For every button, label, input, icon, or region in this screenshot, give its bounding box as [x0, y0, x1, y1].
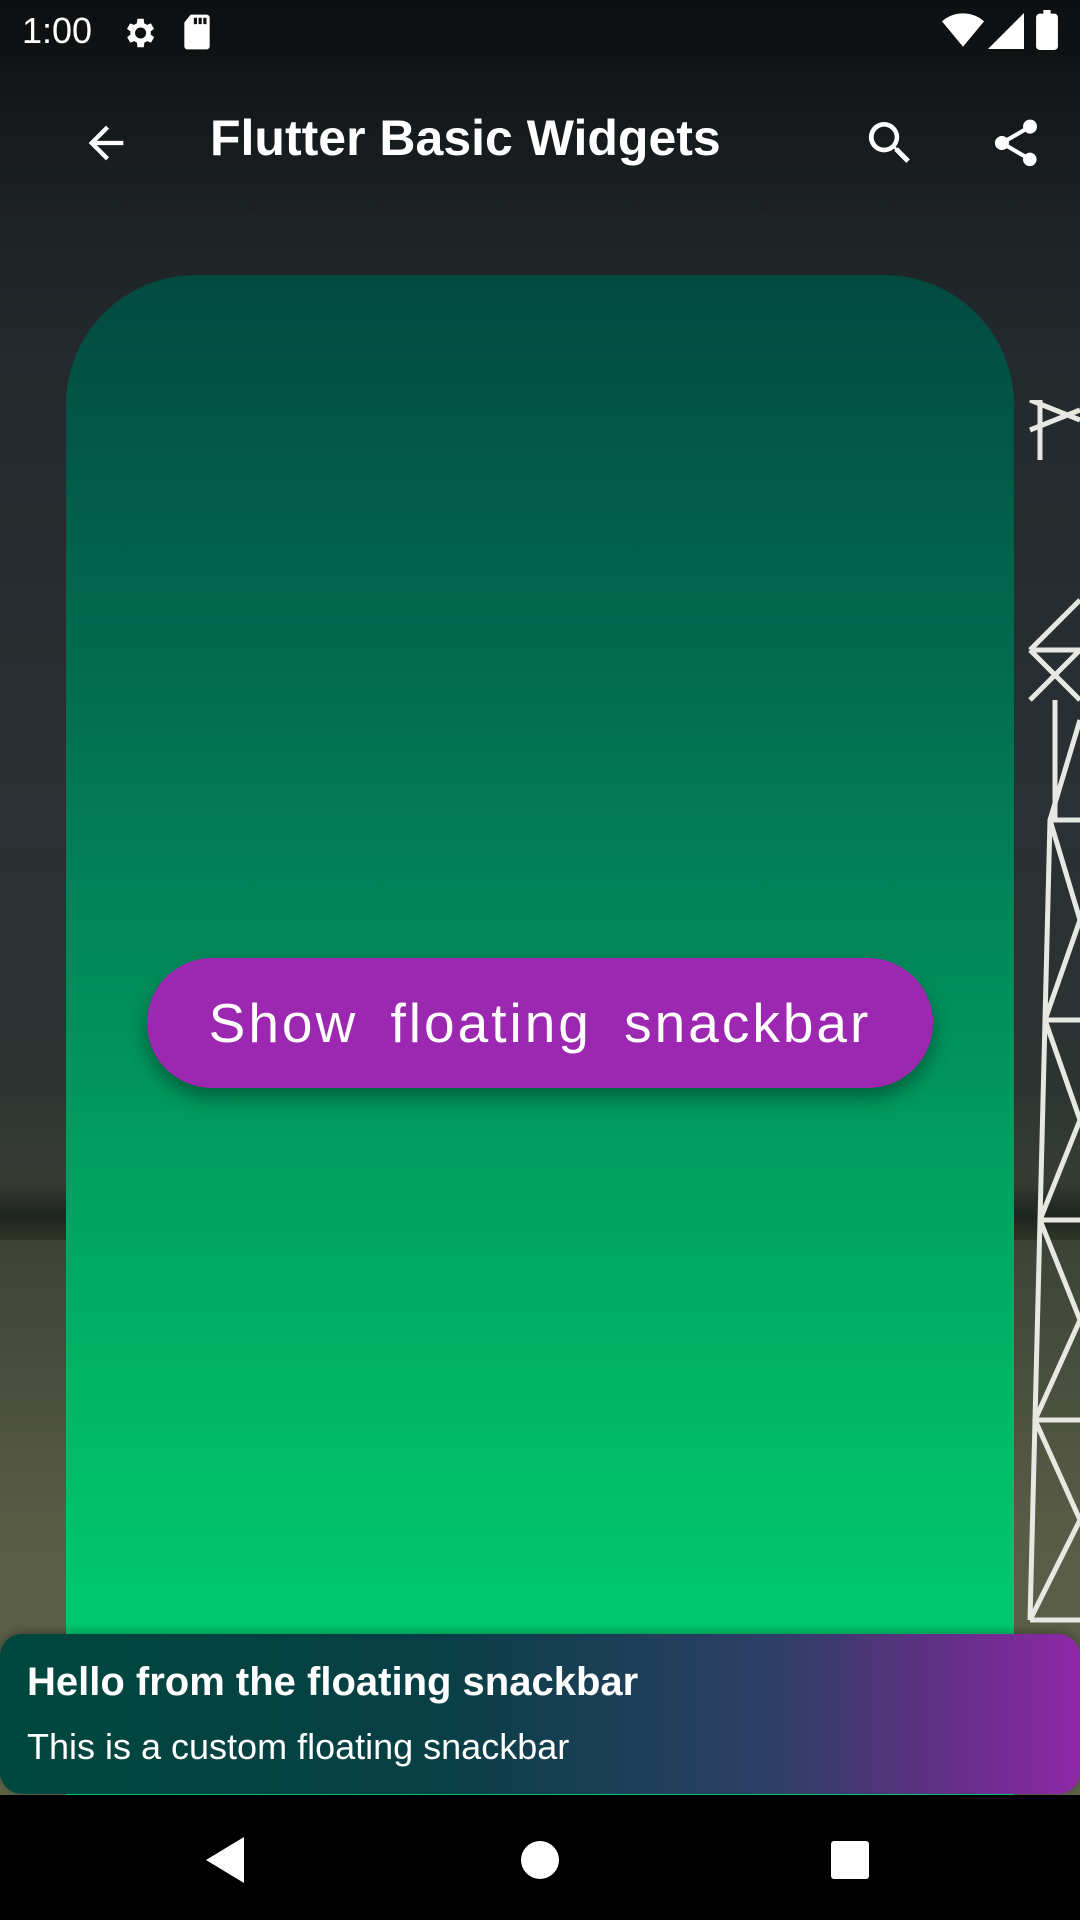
app-title: Flutter Basic Widgets [210, 110, 721, 166]
settings-icon [126, 18, 155, 48]
back-button[interactable] [66, 103, 146, 183]
snackbar-title: Hello from the floating snackbar [27, 1660, 639, 1704]
screen: 1:00 Flutter Basic Widgets Show floating… [0, 0, 1080, 1920]
recents-square-icon [831, 1841, 869, 1879]
search-button[interactable] [850, 103, 930, 183]
navigation-bar [0, 1795, 1080, 1920]
show-floating-snackbar-button[interactable]: Show floating snackbar [147, 958, 933, 1088]
power-pylon-image [1027, 400, 1080, 1623]
nav-recents-button[interactable] [810, 1820, 890, 1900]
signal-icon [988, 13, 1024, 49]
battery-icon [1036, 10, 1058, 50]
share-icon [994, 119, 1037, 167]
snackbar-message: This is a custom floating snackbar [27, 1726, 570, 1767]
sd-card-icon [184, 14, 210, 50]
home-circle-icon [521, 1841, 559, 1879]
share-button[interactable] [976, 103, 1056, 183]
back-triangle-icon [206, 1837, 244, 1883]
nav-back-button[interactable] [185, 1820, 265, 1900]
search-icon [868, 122, 910, 163]
status-time: 1:00 [22, 10, 93, 51]
status-bar: 1:00 [0, 0, 1080, 63]
floating-snackbar: Hello from the floating snackbar This is… [0, 1634, 1080, 1794]
arrow-back-icon [88, 125, 124, 161]
app-bar: Flutter Basic Widgets [0, 63, 1080, 210]
nav-home-button[interactable] [500, 1820, 580, 1900]
wifi-icon [942, 13, 984, 47]
